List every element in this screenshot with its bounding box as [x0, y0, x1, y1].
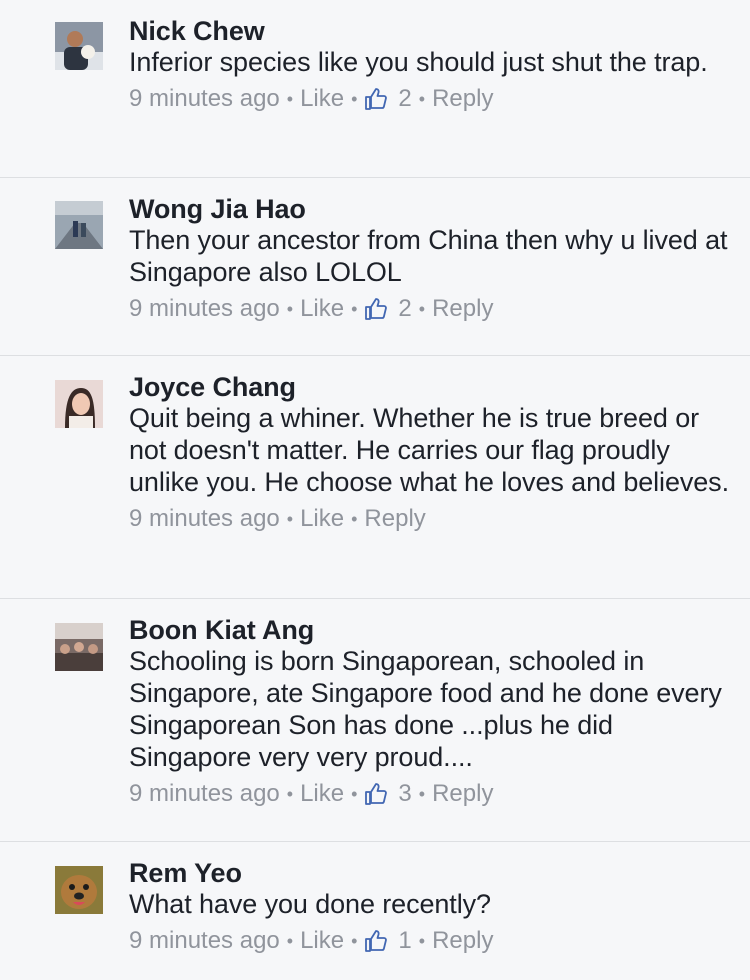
comment-text: Then your ancestor from China then why u…	[129, 225, 728, 287]
comment-meta: 9 minutes ago • Like • 1 • Reply	[129, 926, 730, 956]
comment-meta: 9 minutes ago • Like • 2 • Reply	[129, 294, 730, 324]
like-button[interactable]: Like	[300, 779, 344, 809]
avatar[interactable]	[55, 22, 103, 70]
comment-author[interactable]: Wong Jia Hao	[129, 194, 730, 224]
separator-dot: •	[418, 89, 426, 109]
avatar[interactable]	[55, 866, 103, 914]
avatar[interactable]	[55, 380, 103, 428]
avatar-photo	[55, 22, 103, 70]
comment-timestamp[interactable]: 9 minutes ago	[129, 504, 280, 534]
comment-timestamp[interactable]: 9 minutes ago	[129, 294, 280, 324]
comment-author[interactable]: Nick Chew	[129, 16, 730, 46]
comment-meta: 9 minutes ago • Like • Reply	[129, 504, 730, 534]
separator-dot: •	[286, 299, 294, 319]
thumbs-up-icon[interactable]	[364, 782, 388, 806]
separator-dot: •	[351, 509, 358, 529]
separator-dot: •	[351, 89, 358, 109]
separator-dot: •	[351, 299, 358, 319]
reply-button[interactable]: Reply	[432, 779, 493, 809]
like-count[interactable]: 2	[398, 84, 411, 114]
comment-meta: 9 minutes ago • Like • 2 • Reply	[129, 84, 730, 114]
comment-list: Nick Chew Inferior species like you shou…	[0, 0, 750, 980]
thumbs-up-icon[interactable]	[364, 297, 388, 321]
like-count[interactable]: 1	[398, 926, 411, 956]
like-button[interactable]: Like	[300, 84, 344, 114]
avatar[interactable]	[55, 623, 103, 671]
separator-dot: •	[418, 931, 426, 951]
comment-text: Schooling is born Singaporean, schooled …	[129, 646, 722, 772]
avatar[interactable]	[55, 201, 103, 249]
avatar-photo	[55, 623, 103, 671]
avatar-photo	[55, 201, 103, 249]
reply-button[interactable]: Reply	[432, 294, 493, 324]
separator-dot: •	[351, 931, 358, 951]
comment-text: What have you done recently?	[129, 889, 491, 919]
reply-button[interactable]: Reply	[364, 504, 425, 534]
comment-text: Inferior species like you should just sh…	[129, 47, 708, 77]
comment-author[interactable]: Boon Kiat Ang	[129, 615, 730, 645]
separator-dot: •	[418, 299, 426, 319]
comment-author[interactable]: Joyce Chang	[129, 372, 730, 402]
like-count[interactable]: 3	[398, 779, 411, 809]
comment-timestamp[interactable]: 9 minutes ago	[129, 779, 280, 809]
avatar-photo	[55, 866, 103, 914]
separator-dot: •	[286, 784, 294, 804]
separator-dot: •	[286, 89, 294, 109]
comment: Joyce Chang Quit being a whiner. Whether…	[0, 356, 750, 599]
comment-timestamp[interactable]: 9 minutes ago	[129, 926, 280, 956]
like-button[interactable]: Like	[300, 504, 344, 534]
separator-dot: •	[418, 784, 426, 804]
avatar-photo	[55, 380, 103, 428]
comment-timestamp[interactable]: 9 minutes ago	[129, 84, 280, 114]
comment: Boon Kiat Ang Schooling is born Singapor…	[0, 599, 750, 842]
comment: Wong Jia Hao Then your ancestor from Chi…	[0, 178, 750, 356]
like-button[interactable]: Like	[300, 926, 344, 956]
comment-author[interactable]: Rem Yeo	[129, 858, 730, 888]
reply-button[interactable]: Reply	[432, 84, 493, 114]
comment-meta: 9 minutes ago • Like • 3 • Reply	[129, 779, 730, 809]
thumbs-up-icon[interactable]	[364, 929, 388, 953]
separator-dot: •	[286, 931, 294, 951]
separator-dot: •	[351, 784, 358, 804]
comment-text: Quit being a whiner. Whether he is true …	[129, 403, 729, 497]
comment: Rem Yeo What have you done recently? 9 m…	[0, 842, 750, 980]
like-button[interactable]: Like	[300, 294, 344, 324]
separator-dot: •	[286, 509, 294, 529]
thumbs-up-icon[interactable]	[364, 87, 388, 111]
reply-button[interactable]: Reply	[432, 926, 493, 956]
comment: Nick Chew Inferior species like you shou…	[0, 0, 750, 178]
like-count[interactable]: 2	[398, 294, 411, 324]
